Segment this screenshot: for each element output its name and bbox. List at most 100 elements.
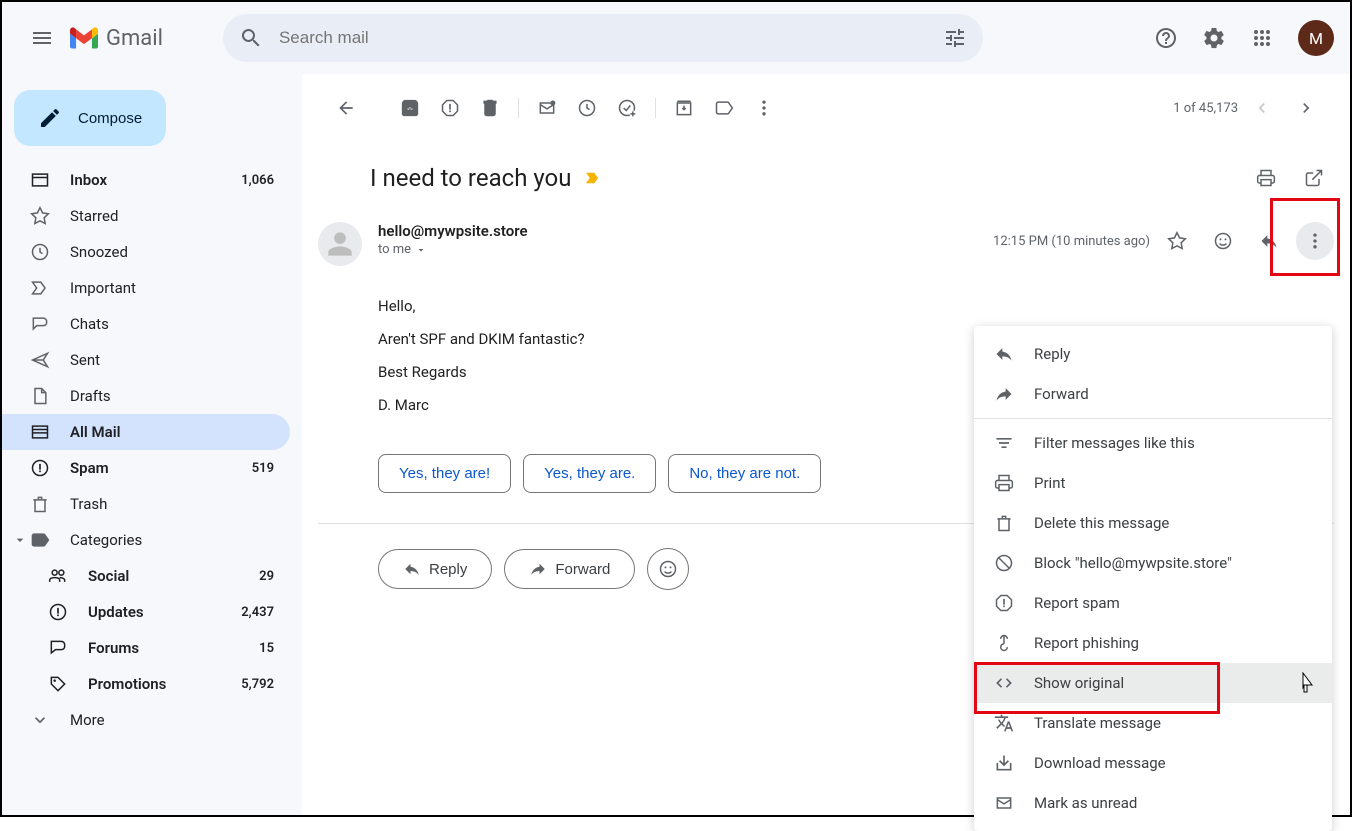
menu-icon xyxy=(994,473,1014,493)
message-more-button[interactable] xyxy=(1296,222,1334,260)
sender-email: hello@mywpsite.store xyxy=(378,222,993,240)
menu-item-report-spam[interactable]: Report spam xyxy=(974,583,1332,623)
smart-reply-button[interactable]: No, they are not. xyxy=(668,454,821,493)
menu-icon xyxy=(994,633,1014,653)
sidebar-item-all-mail[interactable]: All Mail xyxy=(2,414,290,450)
menu-item-forward[interactable]: Forward xyxy=(974,374,1332,414)
sidebar-item-snoozed[interactable]: Snoozed xyxy=(2,234,290,270)
menu-item-mark-as-unread[interactable]: Mark as unread xyxy=(974,783,1332,823)
sidebar-item-trash[interactable]: Trash xyxy=(2,486,290,522)
nav-icon xyxy=(30,206,50,226)
menu-item-reply[interactable]: Reply xyxy=(974,334,1332,374)
reply-icon-button[interactable] xyxy=(1250,222,1288,260)
main-menu-button[interactable] xyxy=(18,14,66,62)
categories-label: Categories xyxy=(70,531,142,549)
archive-button[interactable] xyxy=(390,88,430,128)
category-icon xyxy=(48,602,68,622)
open-new-window-button[interactable] xyxy=(1294,158,1334,198)
email-subject: I need to reach you xyxy=(370,164,571,192)
support-icon[interactable] xyxy=(1146,18,1186,58)
more-label: More xyxy=(70,711,274,729)
search-options-icon[interactable] xyxy=(935,18,975,58)
menu-icon xyxy=(994,753,1014,773)
print-button[interactable] xyxy=(1246,158,1286,198)
sender-avatar[interactable] xyxy=(318,222,362,266)
settings-icon[interactable] xyxy=(1194,18,1234,58)
search-bar[interactable] xyxy=(223,14,983,62)
message-options-menu: ReplyForward Filter messages like thisPri… xyxy=(974,326,1332,831)
sidebar-item-chats[interactable]: Chats xyxy=(2,306,290,342)
menu-icon xyxy=(994,713,1014,733)
delete-button[interactable] xyxy=(470,88,510,128)
nav-icon xyxy=(30,458,50,478)
category-icon xyxy=(48,638,68,658)
report-spam-button[interactable] xyxy=(430,88,470,128)
menu-item-block-hello-mywpsite-store[interactable]: Block "hello@mywpsite.store" xyxy=(974,543,1332,583)
menu-item-download-message[interactable]: Download message xyxy=(974,743,1332,783)
compose-button[interactable]: Compose xyxy=(14,90,166,146)
menu-icon xyxy=(994,384,1014,404)
recipient-info[interactable]: to me xyxy=(378,242,993,257)
menu-icon xyxy=(994,593,1014,613)
sidebar-item-starred[interactable]: Starred xyxy=(2,198,290,234)
forward-button[interactable]: Forward xyxy=(504,549,635,589)
menu-item-filter-messages-like-this[interactable]: Filter messages like this xyxy=(974,423,1332,463)
reply-button[interactable]: Reply xyxy=(378,549,492,589)
mark-unread-button[interactable] xyxy=(527,88,567,128)
next-button[interactable] xyxy=(1286,88,1326,128)
move-to-button[interactable] xyxy=(664,88,704,128)
gmail-logo[interactable]: Gmail xyxy=(70,26,163,51)
menu-item-report-phishing[interactable]: Report phishing xyxy=(974,623,1332,663)
nav-icon xyxy=(30,278,50,298)
menu-icon xyxy=(994,553,1014,573)
menu-icon xyxy=(994,433,1014,453)
logo-text: Gmail xyxy=(106,26,163,51)
important-marker-icon[interactable] xyxy=(583,169,601,187)
categories-toggle[interactable]: Categories xyxy=(2,522,302,558)
prev-button[interactable] xyxy=(1242,88,1282,128)
timestamp: 12:15 PM (10 minutes ago) xyxy=(993,234,1150,249)
toolbar: 1 of 45,173 xyxy=(318,82,1334,134)
sidebar-item-sent[interactable]: Sent xyxy=(2,342,290,378)
sidebar-item-important[interactable]: Important xyxy=(2,270,290,306)
category-promotions[interactable]: Promotions5,792 xyxy=(2,666,290,702)
sidebar-item-drafts[interactable]: Drafts xyxy=(2,378,290,414)
nav-icon xyxy=(30,422,50,442)
apps-icon[interactable] xyxy=(1242,18,1282,58)
menu-icon xyxy=(994,673,1014,693)
pagination-text: 1 of 45,173 xyxy=(1173,101,1238,116)
nav-icon xyxy=(30,386,50,406)
menu-item-translate-message[interactable]: Translate message xyxy=(974,703,1332,743)
menu-item-delete-this-message[interactable]: Delete this message xyxy=(974,503,1332,543)
menu-icon xyxy=(994,513,1014,533)
menu-icon xyxy=(994,793,1014,813)
smart-reply-button[interactable]: Yes, they are! xyxy=(378,454,511,493)
compose-label: Compose xyxy=(78,110,142,127)
content-area: 1 of 45,173 I need to reach you hello@my… xyxy=(302,74,1350,815)
labels-button[interactable] xyxy=(704,88,744,128)
category-icon xyxy=(48,674,68,694)
sidebar-item-inbox[interactable]: Inbox1,066 xyxy=(2,162,290,198)
nav-icon xyxy=(30,350,50,370)
search-input[interactable] xyxy=(271,28,935,48)
back-button[interactable] xyxy=(326,88,366,128)
account-avatar[interactable]: M xyxy=(1298,20,1334,56)
add-task-button[interactable] xyxy=(607,88,647,128)
category-icon xyxy=(48,566,68,586)
sidebar: Compose Inbox1,066StarredSnoozedImportan… xyxy=(2,74,302,815)
category-forums[interactable]: Forums15 xyxy=(2,630,290,666)
category-social[interactable]: Social29 xyxy=(2,558,290,594)
smart-reply-button[interactable]: Yes, they are. xyxy=(523,454,656,493)
more-actions-button[interactable] xyxy=(744,88,784,128)
category-updates[interactable]: Updates2,437 xyxy=(2,594,290,630)
sidebar-item-spam[interactable]: Spam519 xyxy=(2,450,290,486)
menu-item-print[interactable]: Print xyxy=(974,463,1332,503)
react-button[interactable] xyxy=(1204,222,1242,260)
snooze-button[interactable] xyxy=(567,88,607,128)
reaction-button[interactable] xyxy=(647,548,689,590)
menu-item-show-original[interactable]: Show original xyxy=(974,663,1332,703)
star-button[interactable] xyxy=(1158,222,1196,260)
search-icon[interactable] xyxy=(231,18,271,58)
more-toggle[interactable]: More xyxy=(2,702,290,738)
nav-icon xyxy=(30,242,50,262)
